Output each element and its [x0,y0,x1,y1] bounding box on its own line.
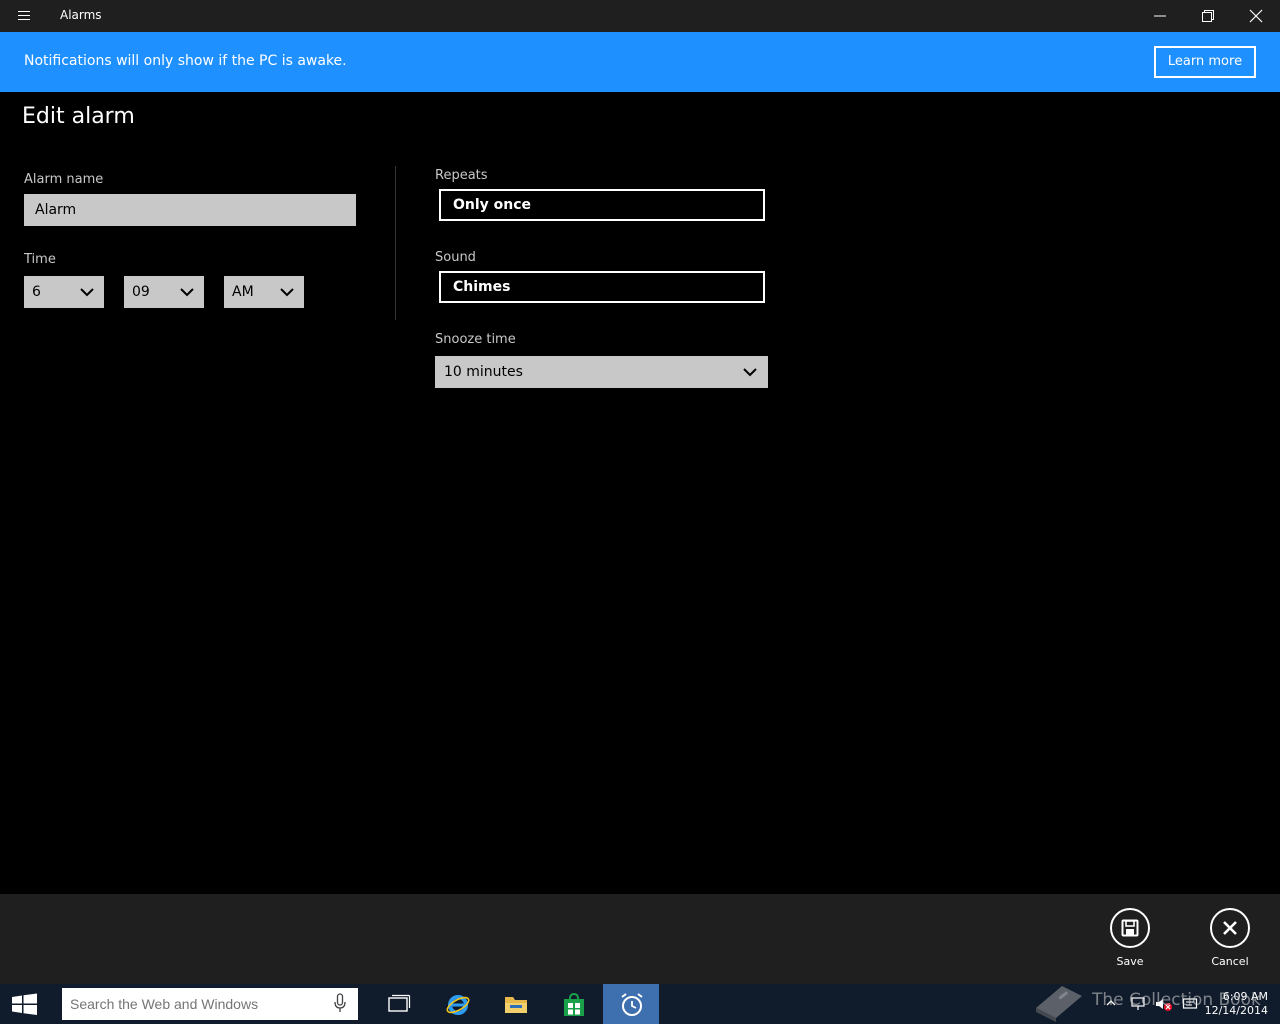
close-icon [1249,9,1263,23]
internet-explorer-icon [446,995,470,1015]
cancel-button[interactable]: Cancel [1200,908,1260,972]
windows-logo-icon [12,993,37,1015]
chevron-down-icon [743,368,757,377]
save-icon [1110,908,1150,948]
minute-select[interactable]: 09 [124,276,204,308]
save-label: Save [1116,955,1144,968]
folder-icon [505,997,527,1013]
app-title: Alarms [60,8,102,22]
chevron-down-icon [80,288,94,297]
cancel-icon [1210,908,1250,948]
taskbar-search-input[interactable] [62,988,358,1020]
save-button[interactable]: Save [1100,908,1160,972]
cancel-label: Cancel [1211,955,1249,968]
time-label: Time [24,252,56,267]
internet-explorer-button[interactable] [429,984,485,1024]
taskbar: 6:09 AM 12/14/2014 [0,984,1280,1024]
task-view-button[interactable] [371,984,427,1024]
repeats-label: Repeats [435,168,488,183]
file-explorer-button[interactable] [487,984,543,1024]
restore-button[interactable] [1184,0,1232,32]
period-select[interactable]: AM [224,276,304,308]
alarm-name-input[interactable]: Alarm [24,194,356,226]
repeats-button[interactable]: Only once [439,189,765,221]
command-bar: Save Cancel [0,894,1280,984]
minute-value: 09 [132,284,150,300]
minimize-icon [1154,15,1166,17]
store-icon [564,992,584,1016]
period-value: AM [232,284,254,300]
title-bar: Alarms [0,0,1280,32]
store-button[interactable] [545,984,601,1024]
start-button[interactable] [0,984,48,1024]
snooze-label: Snooze time [435,332,516,347]
watermark: The Collection Book [1030,978,1261,1022]
hamburger-menu-icon[interactable] [12,8,36,24]
chevron-down-icon [180,288,194,297]
restore-icon [1202,10,1214,22]
close-button[interactable] [1232,0,1280,32]
alarms-clock-icon [621,993,643,1016]
chevron-down-icon [280,288,294,297]
sound-button[interactable]: Chimes [439,271,765,303]
notification-banner: Notifications will only show if the PC i… [0,32,1280,92]
sound-label: Sound [435,250,476,265]
watermark-text: The Collection Book [1092,990,1261,1010]
hour-value: 6 [32,284,41,300]
book-logo-icon [1036,986,1082,1022]
alarms-app-button[interactable] [603,984,659,1024]
task-view-icon [388,994,411,1012]
snooze-value: 10 minutes [444,364,523,380]
hour-select[interactable]: 6 [24,276,104,308]
microphone-icon[interactable] [333,992,347,1016]
learn-more-button[interactable]: Learn more [1154,46,1256,78]
minimize-button[interactable] [1136,0,1184,32]
snooze-select[interactable]: 10 minutes [435,356,768,388]
alarm-name-label: Alarm name [24,172,104,187]
page-title: Edit alarm [22,104,135,129]
banner-message: Notifications will only show if the PC i… [24,53,347,69]
column-divider [395,166,396,320]
